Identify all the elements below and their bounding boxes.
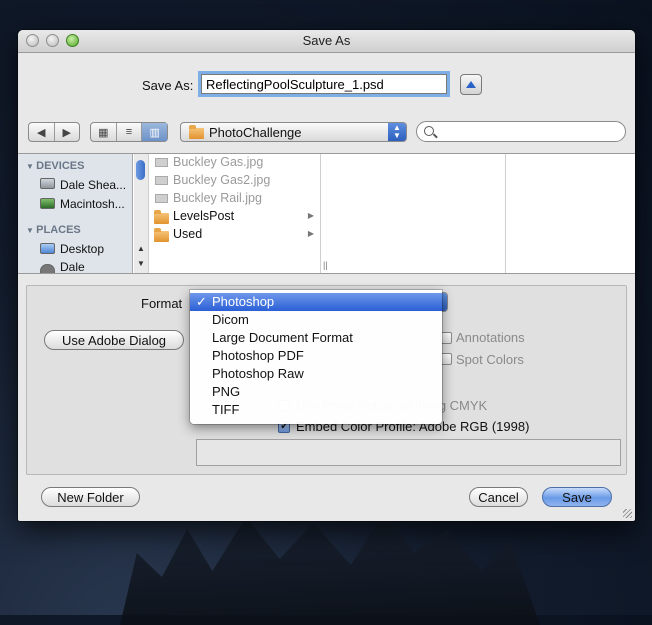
menu-item-dicom[interactable]: Dicom	[190, 311, 442, 329]
menu-item-label: PNG	[212, 384, 241, 399]
file-name: Buckley Gas2.jpg	[173, 173, 271, 187]
save-dialog: Save As Save As: ◀ ▶ ▦ ≡ ▥ PhotoChalleng…	[18, 30, 635, 521]
column-1-scrollbar[interactable]: ▲ ▼	[134, 154, 149, 273]
triangle-up-icon	[466, 81, 476, 88]
menu-item-label: Photoshop Raw	[212, 366, 304, 381]
menu-item-label: Dicom	[212, 312, 249, 327]
hard-disk-icon	[40, 198, 55, 209]
search-icon	[424, 126, 434, 136]
sidebar-places-header: PLACES	[26, 224, 81, 236]
sidebar-devices-header: DEVICES	[26, 160, 84, 172]
folder-row[interactable]: LevelsPost ▶	[152, 208, 318, 225]
folder-icon	[154, 210, 169, 224]
back-button[interactable]: ◀	[29, 123, 55, 141]
annotations-label: Annotations	[456, 330, 525, 345]
scroll-thumb[interactable]	[136, 160, 145, 180]
column-view-button[interactable]: ▥	[142, 123, 168, 141]
file-name: Buckley Rail.jpg	[173, 191, 262, 205]
list-view-button[interactable]: ≡	[117, 123, 143, 141]
grid-icon: ▦	[98, 126, 109, 139]
folder-name: Used	[173, 227, 203, 241]
menu-item-png[interactable]: PNG	[190, 383, 442, 401]
view-mode-control: ▦ ≡ ▥	[90, 122, 168, 142]
format-dropdown-menu: ✓ Photoshop Dicom Large Document Format …	[190, 290, 442, 424]
popup-stepper-icon: ▲ ▼	[388, 123, 406, 141]
menu-item-label: Large Document Format	[212, 330, 353, 345]
column-resize-handle[interactable]: ||	[323, 260, 328, 270]
cancel-button[interactable]: Cancel	[469, 487, 528, 507]
collapse-dialog-button[interactable]	[460, 74, 482, 95]
menu-item-photoshop[interactable]: ✓ Photoshop	[190, 293, 442, 311]
scroll-down-icon[interactable]: ▼	[137, 259, 145, 268]
spot-colors-label: Spot Colors	[456, 352, 524, 367]
column-2	[320, 154, 506, 273]
desktop-background-art	[120, 511, 540, 625]
location-popup[interactable]: PhotoChallenge ▲ ▼	[180, 122, 407, 142]
menu-item-photoshop-raw[interactable]: Photoshop Raw	[190, 365, 442, 383]
file-row[interactable]: Buckley Gas2.jpg	[152, 172, 318, 189]
image-file-icon	[155, 176, 168, 185]
checkmark-icon: ✓	[196, 294, 207, 309]
sidebar-item-device-1[interactable]: Dale Shea...	[60, 178, 126, 192]
menu-item-photoshop-pdf[interactable]: Photoshop PDF	[190, 347, 442, 365]
menu-item-large-document-format[interactable]: Large Document Format	[190, 329, 442, 347]
chevron-left-icon: ◀	[37, 126, 46, 139]
image-file-icon	[155, 158, 168, 167]
chevron-right-icon: ▶	[307, 229, 314, 238]
chevron-right-icon: ▶	[62, 126, 71, 139]
filename-input[interactable]	[201, 74, 447, 94]
forward-button[interactable]: ▶	[55, 123, 80, 141]
folder-name: LevelsPost	[173, 209, 235, 223]
external-drive-icon	[40, 178, 55, 189]
image-file-icon	[155, 194, 168, 203]
file-name: Buckley Gas.jpg	[173, 155, 264, 169]
search-field[interactable]	[416, 121, 626, 142]
file-browser: DEVICES Dale Shea... Macintosh... PLACES…	[18, 153, 635, 274]
warning-message-box	[196, 439, 621, 466]
sidebar: DEVICES Dale Shea... Macintosh... PLACES…	[18, 154, 133, 273]
menu-item-label: TIFF	[212, 402, 240, 417]
home-icon	[40, 264, 55, 273]
list-icon: ≡	[125, 126, 133, 138]
resize-grip-icon[interactable]	[623, 509, 632, 518]
folder-icon	[189, 125, 204, 139]
file-row[interactable]: Buckley Rail.jpg	[152, 190, 318, 207]
back-forward-control: ◀ ▶	[28, 122, 80, 142]
sidebar-item-home[interactable]: Dale	[60, 260, 85, 273]
use-adobe-dialog-button[interactable]: Use Adobe Dialog	[44, 330, 184, 350]
save-button[interactable]: Save	[542, 487, 612, 507]
file-row[interactable]: Buckley Gas.jpg	[152, 154, 318, 171]
desktop-icon	[40, 243, 55, 254]
chevron-right-icon: ▶	[307, 211, 314, 220]
window-title: Save As	[302, 33, 351, 48]
title-bar: Save As	[18, 30, 635, 53]
sidebar-item-device-2[interactable]: Macintosh...	[60, 197, 125, 211]
menu-item-label: Photoshop	[212, 294, 275, 309]
folder-icon	[154, 228, 169, 242]
navigation-toolbar: ◀ ▶ ▦ ≡ ▥ PhotoChallenge ▲ ▼	[18, 118, 635, 148]
scroll-up-icon[interactable]: ▲	[137, 244, 145, 253]
menu-item-tiff[interactable]: TIFF	[190, 401, 442, 419]
location-label: PhotoChallenge	[209, 125, 302, 140]
sidebar-item-desktop[interactable]: Desktop	[60, 242, 104, 256]
columns-icon: ▥	[149, 126, 160, 139]
new-folder-button[interactable]: New Folder	[41, 487, 140, 507]
icon-view-button[interactable]: ▦	[91, 123, 117, 141]
menu-item-label: Photoshop PDF	[212, 348, 304, 363]
save-as-label: Save As:	[142, 78, 194, 93]
format-label: Format	[141, 296, 183, 311]
folder-row[interactable]: Used ▶	[152, 226, 318, 243]
